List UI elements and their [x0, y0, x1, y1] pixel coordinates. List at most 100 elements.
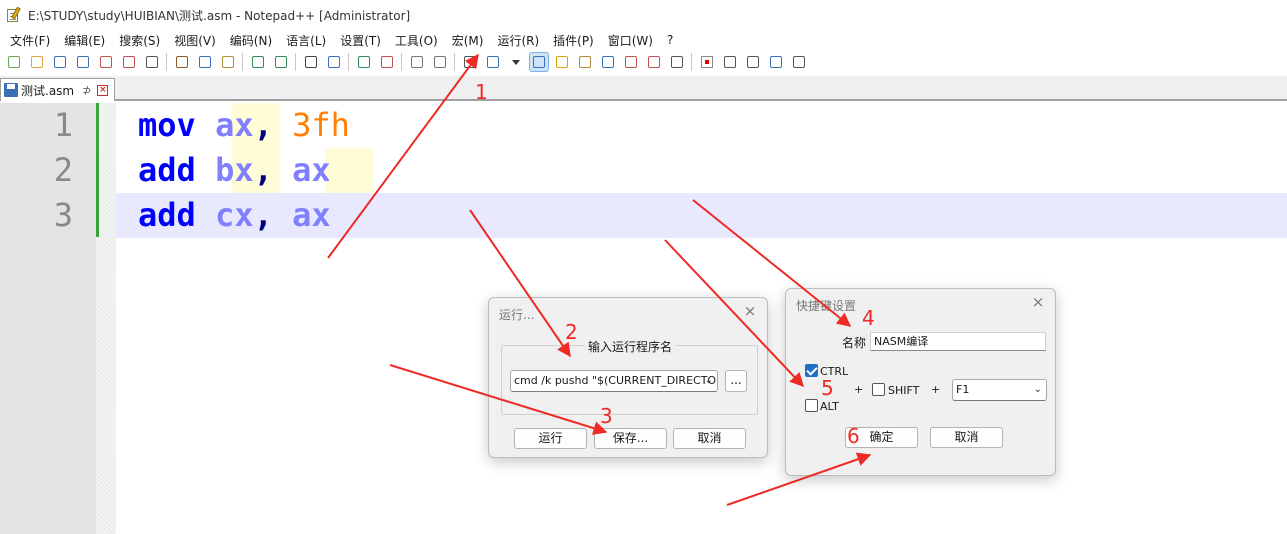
fold-margin[interactable] [96, 103, 116, 534]
toolbar-separator [691, 53, 692, 71]
plus-sign: + [854, 383, 864, 396]
close-icon-glyph [99, 56, 112, 68]
find-icon-glyph [304, 56, 317, 68]
folder-workspace-icon[interactable] [622, 53, 640, 71]
save-macro-icon[interactable] [790, 53, 808, 71]
user-lang-icon-glyph [555, 56, 568, 68]
menu-view[interactable]: 视图(V) [167, 32, 223, 49]
undo-icon-glyph [251, 56, 264, 68]
folder-workspace-icon-glyph [624, 56, 637, 68]
zoom-in-icon[interactable] [355, 53, 373, 71]
menu-tools[interactable]: 工具(O) [388, 32, 445, 49]
run-dialog-title: 运行... [499, 308, 535, 322]
doc-list-icon[interactable] [645, 53, 663, 71]
run-button[interactable]: 运行 [514, 428, 587, 449]
code-line[interactable]: add bx, ax [138, 148, 331, 192]
browse-button[interactable]: ... [725, 370, 747, 392]
save-icon[interactable] [51, 53, 69, 71]
code-separator: , [253, 151, 293, 189]
cut-icon[interactable] [173, 53, 191, 71]
save-button[interactable]: 保存... [594, 428, 667, 449]
indent-guide-icon[interactable] [528, 52, 549, 72]
run-macro-multiple-icon-glyph [769, 56, 782, 68]
menu-settings[interactable]: 设置(T) [333, 32, 388, 49]
show-all-chars-icon[interactable] [484, 53, 502, 71]
cut-icon-glyph [175, 56, 188, 68]
undo-icon[interactable] [249, 53, 267, 71]
redo-icon-glyph [274, 56, 287, 68]
sync-vertical-icon-glyph [410, 56, 423, 68]
tab-close-icon[interactable]: × [97, 84, 109, 96]
code-opcode: add [138, 196, 196, 234]
sync-vertical-icon[interactable] [408, 53, 426, 71]
copy-icon[interactable] [196, 53, 214, 71]
word-wrap-icon[interactable] [461, 53, 479, 71]
menu-search[interactable]: 搜索(S) [112, 32, 167, 49]
toolbar-separator [295, 53, 296, 71]
chevron-down-icon: ⌄ [1033, 384, 1042, 395]
name-input[interactable]: NASM编译 [870, 332, 1046, 351]
title-bar: E:\STUDY\study\HUIBIAN\测试.asm - Notepad+… [0, 0, 1287, 30]
play-macro-icon[interactable] [744, 53, 762, 71]
shift-checkbox[interactable] [872, 383, 885, 396]
stop-macro-icon[interactable] [721, 53, 739, 71]
cancel-button[interactable]: 取消 [930, 427, 1003, 448]
menu-file[interactable]: 文件(F) [3, 32, 57, 49]
alt-checkbox[interactable] [805, 399, 818, 412]
sync-horizontal-icon[interactable] [431, 53, 449, 71]
key-combobox[interactable]: F1 ⌄ [952, 379, 1047, 401]
user-lang-icon[interactable] [553, 53, 571, 71]
replace-icon[interactable] [325, 53, 343, 71]
open-file-icon[interactable] [28, 53, 46, 71]
zoom-in-icon-glyph [357, 56, 370, 68]
menu-window[interactable]: 窗口(W) [601, 32, 660, 49]
shift-label: SHIFT [888, 384, 920, 397]
toolbar-separator [166, 53, 167, 71]
menu-run[interactable]: 运行(R) [490, 32, 546, 49]
pin-icon[interactable]: ⊅ [82, 84, 91, 97]
close-icon[interactable]: × [1029, 293, 1047, 311]
code-number: 3fh [292, 106, 350, 144]
redo-icon[interactable] [272, 53, 290, 71]
toolbar-separator [454, 53, 455, 71]
dropdown-icon-glyph [511, 60, 520, 65]
zoom-out-icon-glyph [380, 56, 393, 68]
command-combobox[interactable]: cmd /k pushd "$(CURRENT_DIRECTOR ⌄ [510, 370, 718, 392]
save-all-icon[interactable] [74, 53, 92, 71]
zoom-out-icon[interactable] [378, 53, 396, 71]
monitor-icon-glyph [670, 56, 683, 68]
ctrl-checkbox[interactable] [805, 364, 818, 377]
menu-help[interactable]: ? [660, 33, 680, 47]
cancel-button[interactable]: 取消 [673, 428, 746, 449]
code-line[interactable]: add cx, ax [138, 193, 331, 237]
doc-map-icon[interactable] [576, 53, 594, 71]
close-icon[interactable] [97, 53, 115, 71]
new-file-icon[interactable] [5, 53, 23, 71]
doc-list-icon-glyph [647, 56, 660, 68]
notepadpp-icon [6, 6, 22, 23]
menu-plugins[interactable]: 插件(P) [546, 32, 601, 49]
run-macro-multiple-icon[interactable] [767, 53, 785, 71]
tab-test-asm[interactable]: 测试.asm ⊅ × [0, 78, 115, 101]
plus-sign: + [931, 383, 941, 396]
code-register: bx [215, 151, 254, 189]
print-icon[interactable] [143, 53, 161, 71]
new-file-icon-glyph [7, 56, 20, 68]
close-all-icon[interactable] [120, 53, 138, 71]
menu-edit[interactable]: 编辑(E) [57, 32, 112, 49]
menu-language[interactable]: 语言(L) [279, 32, 333, 49]
function-list-icon[interactable] [599, 53, 617, 71]
record-macro-icon[interactable] [698, 53, 716, 71]
find-icon[interactable] [302, 53, 320, 71]
menu-encoding[interactable]: 编码(N) [223, 32, 279, 49]
code-register: ax [292, 196, 331, 234]
dropdown-icon[interactable] [507, 53, 525, 71]
code-register: ax [215, 106, 254, 144]
code-line[interactable]: mov ax, 3fh [138, 103, 350, 147]
monitor-icon[interactable] [668, 53, 686, 71]
menu-macro[interactable]: 宏(M) [445, 32, 491, 49]
save-macro-icon-glyph [792, 56, 805, 68]
close-icon[interactable]: × [741, 302, 759, 320]
paste-icon[interactable] [219, 53, 237, 71]
tab-label: 测试.asm [21, 83, 75, 98]
